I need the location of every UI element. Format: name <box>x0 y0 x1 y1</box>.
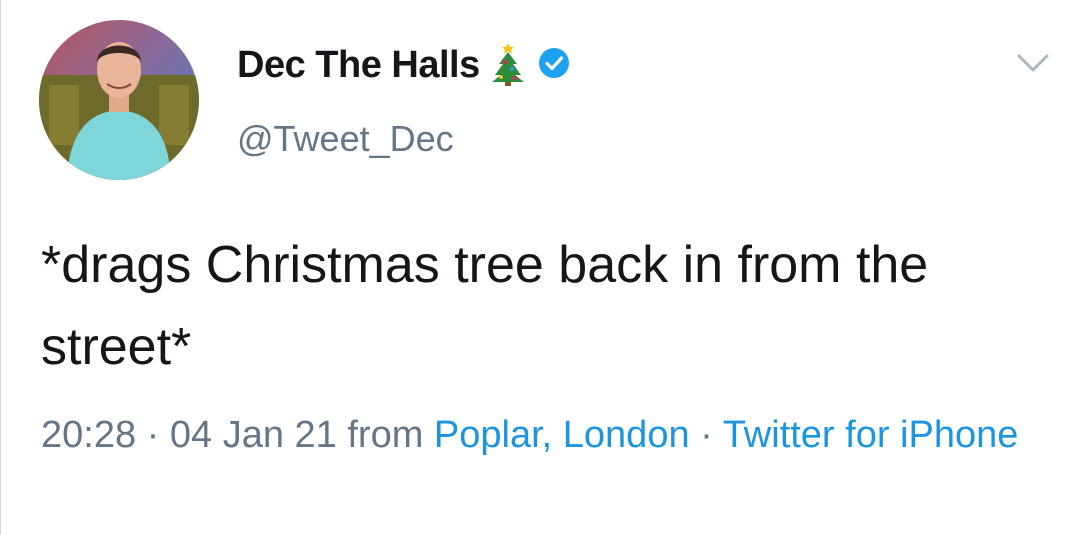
from-label: from <box>336 414 434 456</box>
location-link[interactable]: Poplar, London <box>434 414 690 456</box>
handle[interactable]: @Tweet_Dec <box>237 118 454 160</box>
verified-badge-icon <box>536 45 572 86</box>
christmas-tree-icon <box>490 40 526 91</box>
tweet-time[interactable]: 20:28 <box>41 414 136 456</box>
chevron-down-icon[interactable] <box>1013 48 1053 78</box>
avatar-photo <box>39 20 199 180</box>
author-row[interactable]: Dec The Halls <box>237 40 572 90</box>
client-link[interactable]: Twitter for iPhone <box>723 414 1019 456</box>
avatar[interactable] <box>39 20 199 180</box>
meta-separator: · <box>689 414 723 456</box>
meta-separator: · <box>136 414 170 456</box>
tweet-card: Dec The Halls @Tweet_Dec *drags Christma… <box>0 0 1080 535</box>
tweet-date[interactable]: 04 Jan 21 <box>170 414 337 456</box>
display-name[interactable]: Dec The Halls <box>237 44 480 87</box>
tweet-text: *drags Christmas tree back in from the s… <box>41 236 929 376</box>
tweet-meta: 20:28 · 04 Jan 21 from Poplar, London · … <box>41 406 1061 464</box>
